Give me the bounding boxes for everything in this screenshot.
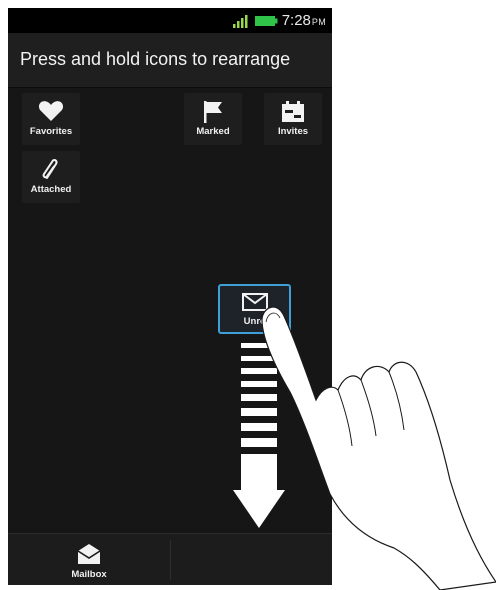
gesture-overlay — [233, 306, 496, 590]
drag-down-arrow — [233, 343, 285, 528]
hand-illustration — [261, 306, 496, 590]
